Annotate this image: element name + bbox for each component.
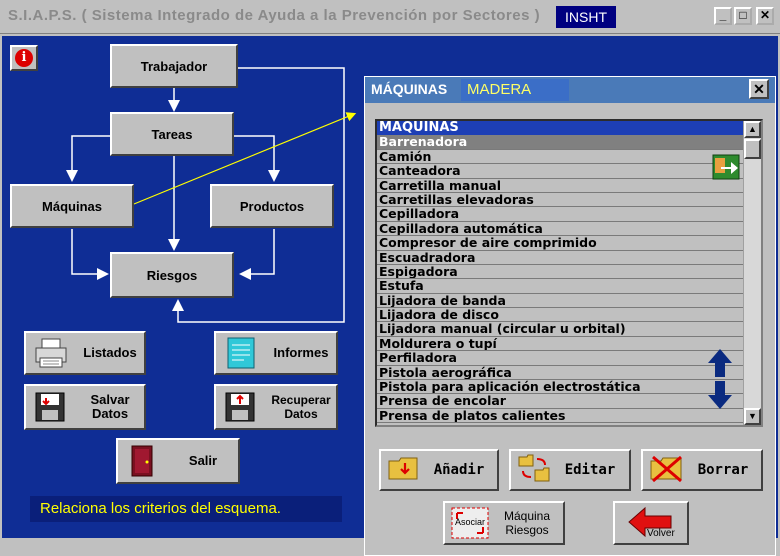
associate-icon: Asociar: [449, 505, 491, 541]
volver-label: Volver: [647, 528, 675, 539]
node-riesgos[interactable]: Riesgos: [110, 252, 234, 298]
scroll-thumb[interactable]: [744, 139, 761, 159]
list-item[interactable]: Lijadora manual (circular u orbital): [377, 322, 761, 337]
node-productos[interactable]: Productos: [210, 184, 334, 228]
restore-disk-icon: [222, 390, 260, 424]
add-folder-icon: [387, 453, 421, 487]
panel-header: MÁQUINAS MADERA ✕: [365, 77, 775, 103]
list-item[interactable]: Prensa de platos calientes: [377, 409, 761, 424]
salvar-line1: Salvar: [90, 392, 130, 407]
list-item[interactable]: Prensa de encolar: [377, 394, 761, 409]
save-disk-icon: [32, 390, 70, 424]
salvar-line2: Datos: [91, 406, 129, 421]
maquina-line: Máquina: [503, 509, 551, 523]
minimize-button[interactable]: _: [714, 7, 732, 25]
list-item[interactable]: Estufa: [377, 279, 761, 294]
main-area: i Trabajador Tareas Máquinas Productos R…: [2, 36, 778, 556]
listados-label: Listados: [83, 345, 137, 360]
close-button[interactable]: ✕: [756, 7, 774, 25]
list-item[interactable]: Cepilladora: [377, 207, 761, 222]
maquinas-listbox[interactable]: MÁQUINAS Barrenadora Camión Canteadora Carr…: [375, 119, 763, 427]
list-item[interactable]: Cepilladora automática: [377, 222, 761, 237]
salir-label: Salir: [188, 453, 218, 468]
go-icon[interactable]: [711, 153, 741, 186]
list-item[interactable]: Escuadradora: [377, 251, 761, 265]
listados-button[interactable]: Listados: [24, 331, 146, 375]
status-message: Relaciona los criterios del esquema.: [30, 496, 342, 522]
volver-button[interactable]: Volver: [613, 501, 689, 545]
panel-close-button[interactable]: ✕: [749, 79, 769, 99]
recuperar-line1: Recuperar: [271, 393, 331, 407]
borrar-button[interactable]: Borrar: [641, 449, 763, 491]
node-trabajador[interactable]: Trabajador: [110, 44, 238, 88]
node-maquinas[interactable]: Máquinas: [10, 184, 134, 228]
anadir-button[interactable]: Añadir: [379, 449, 499, 491]
recuperar-datos-label: Recuperar Datos: [266, 393, 336, 421]
list-items: Barrenadora Camión Canteadora Carretilla ma…: [377, 135, 761, 424]
salvar-datos-button[interactable]: Salvar Datos: [24, 384, 146, 430]
node-tareas[interactable]: Tareas: [110, 112, 234, 156]
printer-icon: [32, 336, 70, 370]
edit-folders-icon: [517, 453, 551, 487]
list-item[interactable]: Carretillas elevadoras: [377, 193, 761, 208]
title-bar: S.I.A.P.S. ( Sistema Integrado de Ayuda …: [0, 0, 780, 34]
salir-button[interactable]: Salir: [116, 438, 240, 484]
recuperar-line2: Datos: [284, 407, 318, 421]
list-item[interactable]: Barrenadora: [377, 135, 761, 150]
list-item[interactable]: Espigadora: [377, 265, 761, 280]
borrar-label: Borrar: [697, 462, 749, 478]
list-scrollbar[interactable]: ▲ ▼: [743, 121, 761, 425]
list-item[interactable]: Lijadora de disco: [377, 308, 761, 323]
report-icon: [222, 336, 260, 370]
riesgos-line: Riesgos: [505, 523, 549, 537]
maquinas-panel: MÁQUINAS MADERA ✕ MÁQUINAS Barrenadora Ca…: [364, 76, 776, 556]
recuperar-datos-button[interactable]: Recuperar Datos: [214, 384, 338, 430]
anadir-label: Añadir: [433, 462, 485, 478]
panel-title: MÁQUINAS: [371, 81, 448, 97]
informes-label: Informes: [273, 345, 329, 360]
info-icon: i: [15, 49, 33, 67]
info-button[interactable]: i: [10, 45, 38, 71]
informes-button[interactable]: Informes: [214, 331, 338, 375]
delete-folder-icon: [649, 453, 685, 487]
scroll-up-button[interactable]: ▲: [744, 121, 761, 138]
exit-door-icon: [124, 444, 162, 478]
maquina-riesgos-button[interactable]: Asociar Máquina Riesgos: [443, 501, 565, 545]
maximize-button[interactable]: □: [734, 7, 752, 25]
scroll-down-button[interactable]: ▼: [744, 408, 761, 425]
window-title: S.I.A.P.S. ( Sistema Integrado de Ayuda …: [8, 7, 541, 24]
list-item[interactable]: Pistola aerográfica: [377, 366, 761, 381]
insht-badge: INSHT: [556, 6, 616, 28]
list-item[interactable]: Lijadora de banda: [377, 294, 761, 309]
sector-value: MADERA: [461, 79, 569, 101]
list-item[interactable]: Perfiladora: [377, 351, 761, 366]
up-down-arrows-icon[interactable]: [705, 347, 735, 416]
list-item[interactable]: Pistola para aplicación electrostática: [377, 380, 761, 395]
list-item[interactable]: Compresor de aire comprimido: [377, 236, 761, 251]
back-arrow-icon: Volver: [615, 504, 685, 542]
editar-label: Editar: [564, 462, 616, 478]
editar-button[interactable]: Editar: [509, 449, 631, 491]
list-item[interactable]: Moldurera o tupí: [377, 337, 761, 352]
list-item[interactable]: Camión: [377, 150, 761, 165]
salvar-datos-label: Salvar Datos: [76, 393, 144, 421]
asociar-icon-text: Asociar: [454, 517, 485, 527]
list-header: MÁQUINAS: [377, 121, 761, 136]
maquina-riesgos-label: Máquina Riesgos: [491, 509, 563, 537]
list-item[interactable]: Carretilla manual: [377, 179, 761, 193]
list-item[interactable]: Canteadora: [377, 164, 761, 179]
